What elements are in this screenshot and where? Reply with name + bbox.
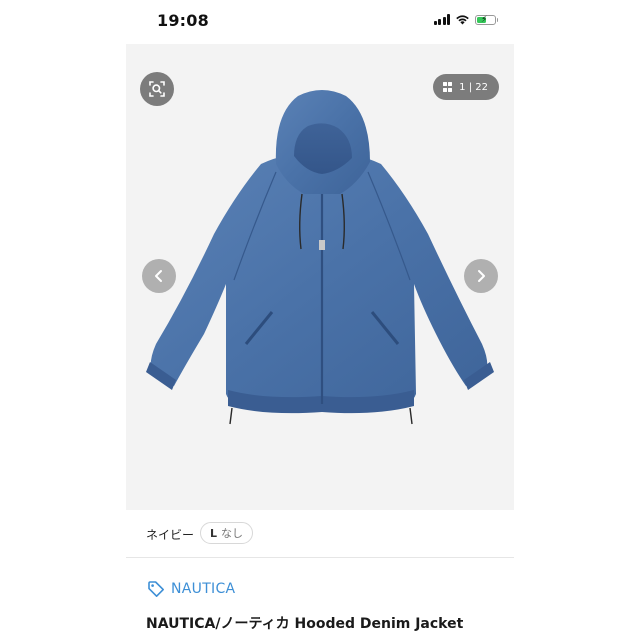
next-image-button[interactable] [464, 259, 498, 293]
screen: 19:08 ⚡ 1 | 22 ネイビー L なし NAUTICA NAUTICA… [0, 0, 640, 640]
status-bar: 19:08 ⚡ [126, 0, 514, 44]
product-title: NAUTICA/ノーティカ Hooded Denim Jacket [146, 616, 464, 632]
battery-icon: ⚡ [475, 14, 498, 25]
chevron-right-icon [478, 270, 485, 282]
variant-row: ネイビー L なし [126, 510, 514, 558]
chevron-left-icon [155, 270, 162, 282]
color-label: ネイビー [146, 528, 195, 542]
stock-status: なし [221, 527, 244, 540]
size-value: L [210, 526, 218, 540]
cellular-signal-icon [433, 14, 450, 25]
grid-icon [442, 82, 453, 92]
wifi-icon [456, 15, 469, 25]
previous-image-button[interactable] [142, 259, 176, 293]
status-icons: ⚡ [433, 14, 498, 25]
charging-bolt-icon: ⚡ [481, 14, 488, 25]
zoom-button[interactable] [140, 72, 174, 106]
brand-link[interactable]: NAUTICA [147, 580, 235, 598]
tag-icon [148, 581, 164, 597]
product-page: 19:08 ⚡ 1 | 22 ネイビー L なし NAUTICA NAUTICA… [126, 0, 514, 640]
size-chip[interactable]: L なし [200, 522, 254, 544]
image-counter-button[interactable]: 1 | 22 [432, 74, 499, 100]
image-counter-text: 1 | 22 [459, 81, 488, 93]
product-image [126, 44, 514, 510]
status-time: 19:08 [157, 11, 209, 30]
zoom-search-icon [149, 81, 165, 97]
product-image-gallery[interactable]: 1 | 22 [126, 44, 514, 510]
brand-name: NAUTICA [171, 581, 236, 597]
